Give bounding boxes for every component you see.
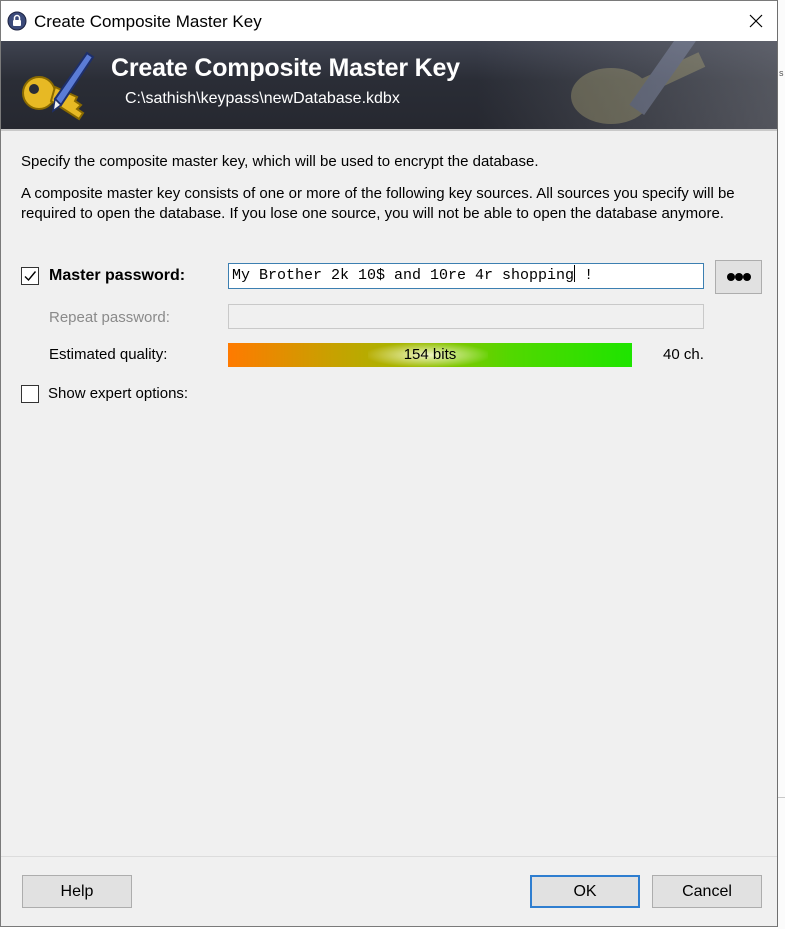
- ok-button[interactable]: OK: [530, 875, 640, 908]
- toggle-password-visibility-button[interactable]: [715, 260, 762, 294]
- cancel-button[interactable]: Cancel: [652, 875, 762, 908]
- repeat-password-field[interactable]: [228, 304, 704, 329]
- title-bar: Create Composite Master Key: [1, 1, 777, 41]
- quality-bits: 154 bits: [403, 346, 457, 363]
- background-window-edge: s: [779, 68, 784, 78]
- banner-divider: [1, 129, 777, 131]
- dots-icon: [726, 273, 751, 281]
- expert-options-checkbox[interactable]: [21, 385, 39, 403]
- master-password-checkbox[interactable]: [21, 267, 39, 285]
- quality-bar: 154 bits: [228, 343, 632, 367]
- key-pen-watermark-icon: [571, 41, 706, 124]
- background-window-divider: [778, 797, 785, 798]
- expert-options-label[interactable]: Show expert options:: [48, 385, 188, 402]
- window-title: Create Composite Master Key: [34, 12, 262, 31]
- master-password-field[interactable]: My Brother 2k 10$ and 10re 4r shopping !: [228, 263, 704, 289]
- keepass-lock-icon: [7, 11, 27, 31]
- header-banner: Create Composite Master Key C:\sathish\k…: [1, 41, 777, 129]
- database-path: C:\sathish\keypass\newDatabase.kdbx: [125, 90, 400, 107]
- help-button[interactable]: Help: [22, 875, 132, 908]
- dialog-window: Create Composite Master Key Create Compo…: [0, 0, 778, 927]
- master-password-value-tail: !: [575, 267, 594, 284]
- close-button[interactable]: [733, 1, 779, 41]
- background-window: [778, 0, 785, 929]
- key-pen-icon: [22, 51, 95, 121]
- character-count: 40 ch.: [663, 346, 704, 363]
- close-icon: [749, 14, 763, 28]
- banner-title: Create Composite Master Key: [111, 54, 460, 82]
- repeat-password-label: Repeat password:: [49, 309, 170, 326]
- quality-label: Estimated quality:: [49, 346, 168, 363]
- checkmark-icon: [24, 271, 37, 282]
- instruction-text: Specify the composite master key, which …: [21, 153, 539, 170]
- master-password-label: Master password:: [49, 267, 186, 284]
- explanation-text: A composite master key consists of one o…: [21, 185, 735, 222]
- footer-divider: [1, 856, 777, 857]
- master-password-value: My Brother 2k 10$ and 10re 4r shopping: [232, 267, 575, 284]
